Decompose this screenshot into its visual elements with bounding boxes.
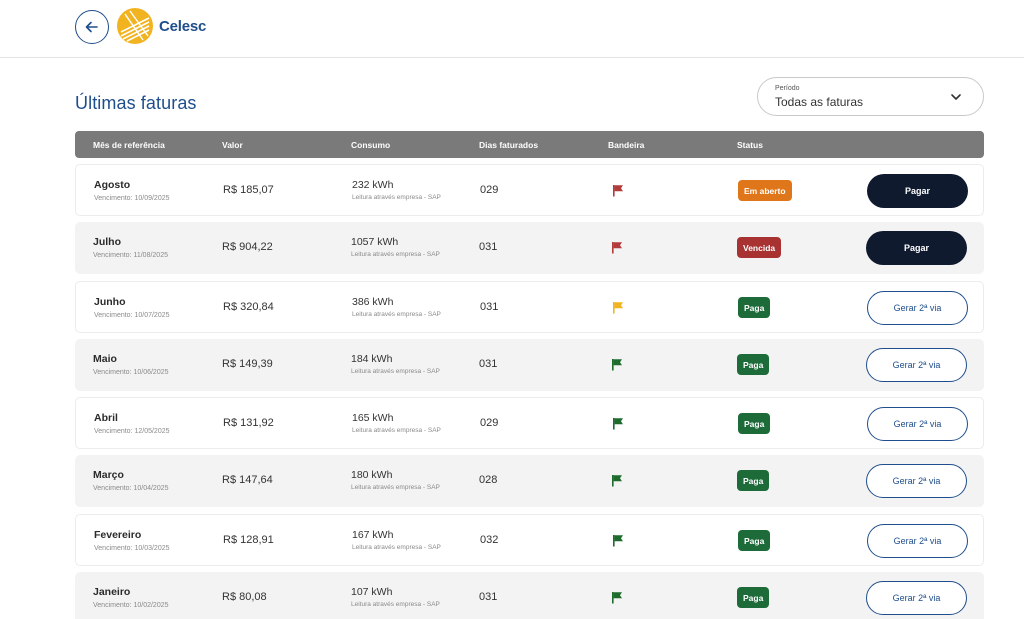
second-copy-button[interactable]: Gerar 2ª via	[866, 464, 967, 498]
header-value: Valor	[222, 140, 243, 150]
row-billed-days: 031	[479, 591, 498, 603]
row-month: Agosto	[94, 179, 131, 191]
page-title: Últimas faturas	[75, 93, 197, 113]
second-copy-button[interactable]: Gerar 2ª via	[867, 407, 968, 441]
flag-icon	[612, 475, 622, 487]
row-month: Abril	[94, 412, 118, 424]
status-badge: Paga	[737, 587, 770, 608]
second-copy-button[interactable]: Gerar 2ª via	[866, 581, 967, 615]
row-billed-days: 029	[480, 184, 499, 196]
row-reading-type: Leitura através empresa - SAP	[351, 601, 440, 608]
row-month: Maio	[93, 353, 117, 365]
status-badge: Vencida	[737, 237, 782, 258]
flag-icon	[612, 592, 622, 604]
header-status: Status	[737, 140, 763, 150]
top-bar: Celesc	[0, 0, 1024, 58]
row-reading-type: Leitura através empresa - SAP	[352, 544, 441, 551]
row-due-date: Vencimento: 10/03/2025	[94, 545, 170, 552]
pay-button[interactable]: Pagar	[867, 174, 968, 208]
table-row: Janeiro Vencimento: 10/02/2025 R$ 80,08 107…	[75, 572, 984, 619]
row-reading-type: Leitura através empresa - SAP	[352, 311, 441, 318]
row-due-date: Vencimento: 11/08/2025	[93, 252, 168, 259]
row-reading-type: Leitura através empresa - SAP	[351, 368, 440, 375]
status-badge: Paga	[738, 297, 771, 318]
table-row: Abril Vencimento: 12/05/2025 R$ 131,92 165 …	[75, 397, 984, 449]
flag-icon	[613, 535, 623, 547]
row-reading-type: Leitura através empresa - SAP	[351, 484, 440, 491]
period-label: Período	[775, 85, 800, 92]
second-copy-button[interactable]: Gerar 2ª via	[866, 348, 967, 382]
flag-icon	[612, 359, 622, 371]
row-reading-type: Leitura através empresa - SAP	[351, 251, 440, 258]
table-row: Fevereiro Vencimento: 10/03/2025 R$ 128,91…	[75, 514, 984, 566]
table-row: Junho Vencimento: 10/07/2025 R$ 320,84 386 …	[75, 281, 984, 333]
flag-icon	[612, 242, 622, 254]
second-copy-button[interactable]: Gerar 2ª via	[867, 291, 968, 325]
row-consumption: 386 kWh	[352, 296, 394, 308]
table-row: Agosto Vencimento: 10/09/2025 R$ 185,07 232…	[75, 164, 984, 216]
row-billed-days: 029	[480, 417, 499, 429]
row-consumption: 165 kWh	[352, 412, 394, 424]
row-month: Março	[93, 469, 124, 481]
row-consumption: 167 kWh	[352, 529, 394, 541]
row-value: R$ 80,08	[222, 591, 267, 603]
table-row: Maio Vencimento: 10/06/2025 R$ 149,39 184 k…	[75, 339, 984, 391]
row-consumption: 1057 kWh	[351, 236, 399, 248]
row-billed-days: 032	[480, 534, 499, 546]
status-badge: Paga	[738, 413, 771, 434]
celesc-logo[interactable]: Celesc	[115, 6, 206, 46]
logo-text: Celesc	[159, 17, 207, 35]
row-value: R$ 131,92	[223, 417, 274, 429]
row-value: R$ 147,64	[222, 474, 273, 486]
row-month: Junho	[94, 296, 126, 308]
row-due-date: Vencimento: 10/02/2025	[93, 602, 169, 609]
period-value: Todas as faturas	[775, 95, 864, 109]
row-consumption: 232 kWh	[352, 179, 394, 191]
row-billed-days: 031	[479, 358, 498, 370]
status-badge: Paga	[737, 354, 770, 375]
row-value: R$ 320,84	[223, 301, 274, 313]
row-month: Julho	[93, 236, 121, 248]
flag-icon	[613, 185, 623, 197]
second-copy-button[interactable]: Gerar 2ª via	[867, 524, 968, 558]
row-consumption: 107 kWh	[351, 586, 393, 598]
row-value: R$ 128,91	[223, 534, 274, 546]
row-billed-days: 031	[479, 241, 498, 253]
row-due-date: Vencimento: 10/06/2025	[93, 369, 169, 376]
row-due-date: Vencimento: 10/04/2025	[93, 485, 169, 492]
table-row: Julho Vencimento: 11/08/2025 R$ 904,22 1057…	[75, 222, 984, 274]
celesc-sun-icon	[117, 8, 153, 44]
row-value: R$ 185,07	[223, 184, 274, 196]
chevron-down-icon	[951, 94, 961, 100]
table-row: Março Vencimento: 10/04/2025 R$ 147,64 180 …	[75, 455, 984, 507]
row-reading-type: Leitura através empresa - SAP	[352, 194, 441, 201]
header-days: Dias faturados	[479, 140, 539, 150]
header-consumption: Consumo	[351, 140, 391, 150]
arrow-left-icon	[85, 21, 98, 33]
status-badge: Paga	[737, 470, 770, 491]
row-value: R$ 904,22	[222, 241, 273, 253]
row-reading-type: Leitura através empresa - SAP	[352, 427, 441, 434]
row-month: Janeiro	[93, 586, 131, 598]
row-consumption: 184 kWh	[351, 353, 393, 365]
row-value: R$ 149,39	[222, 358, 273, 370]
row-month: Fevereiro	[94, 529, 142, 541]
row-billed-days: 031	[480, 301, 499, 313]
header-flag: Bandeira	[608, 140, 645, 150]
flag-icon	[613, 302, 623, 314]
flag-icon	[613, 418, 623, 430]
pay-button[interactable]: Pagar	[866, 231, 967, 265]
status-badge: Em aberto	[738, 180, 792, 201]
row-consumption: 180 kWh	[351, 469, 393, 481]
row-due-date: Vencimento: 10/07/2025	[94, 312, 170, 319]
row-due-date: Vencimento: 10/09/2025	[94, 195, 170, 202]
row-billed-days: 028	[479, 474, 498, 486]
status-badge: Paga	[738, 530, 771, 551]
period-select[interactable]: Período Todas as faturas	[757, 77, 984, 116]
back-button[interactable]	[75, 10, 109, 44]
header-month: Mês de referência	[93, 140, 165, 150]
row-due-date: Vencimento: 12/05/2025	[94, 428, 170, 435]
table-header: Mês de referência Valor Consumo Dias fat…	[75, 131, 984, 158]
